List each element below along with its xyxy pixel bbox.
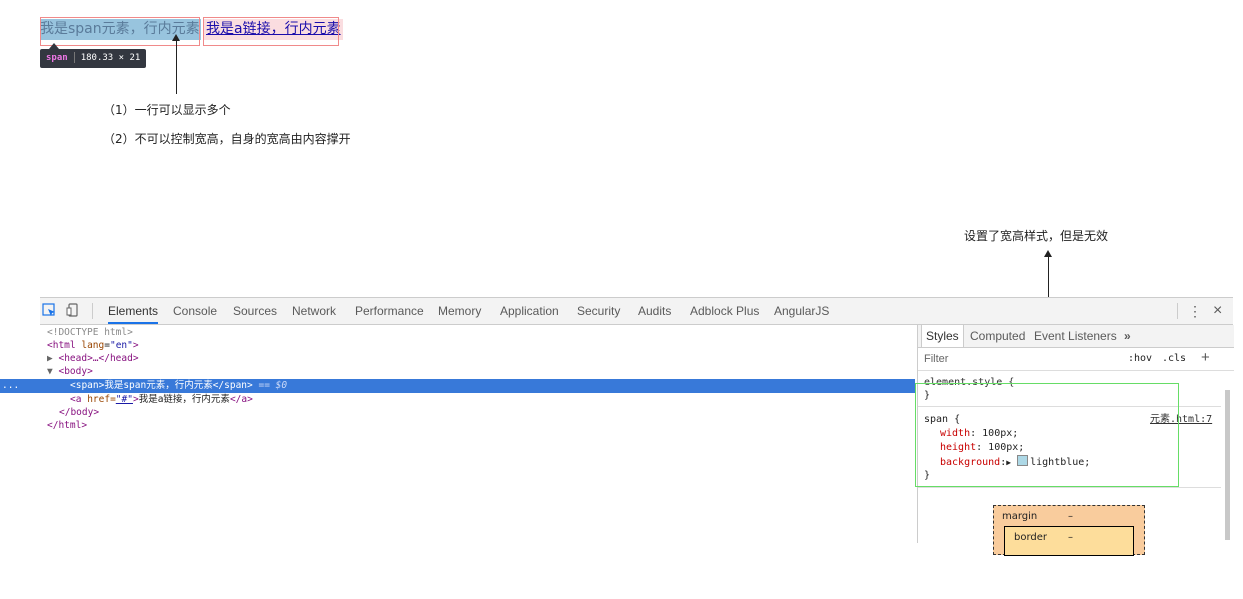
- pointer-line-span: [176, 40, 177, 94]
- tab-elements[interactable]: Elements: [108, 298, 159, 324]
- tab-console[interactable]: Console: [173, 298, 217, 324]
- dom-body-open[interactable]: ▼ <body>: [47, 365, 93, 378]
- margin-value[interactable]: –: [1068, 511, 1073, 522]
- styles-filter-bar: Filter :hov .cls +: [918, 348, 1234, 371]
- link-highlight-outline: [203, 17, 339, 46]
- border-label: border: [1014, 532, 1048, 543]
- dom-head[interactable]: ▶ <head>…</head>: [47, 352, 139, 365]
- styles-subtabs: Styles Computed Event Listeners »: [918, 325, 1234, 348]
- hov-toggle[interactable]: :hov: [1128, 353, 1152, 364]
- dom-doctype[interactable]: <!DOCTYPE html>: [47, 326, 133, 339]
- tab-memory[interactable]: Memory: [438, 298, 481, 324]
- tab-sources[interactable]: Sources: [233, 298, 277, 324]
- pointer-arrow-span: [172, 34, 180, 41]
- device-toolbar-icon[interactable]: [66, 303, 80, 317]
- styles-scrollbar[interactable]: [1225, 390, 1230, 540]
- tab-application[interactable]: Application: [500, 298, 559, 324]
- tab-adblock-plus[interactable]: Adblock Plus: [690, 298, 759, 324]
- dom-html-open[interactable]: <html lang="en">: [47, 339, 139, 352]
- css-rules-highlight-box: [915, 383, 1179, 487]
- margin-label: margin: [1002, 511, 1038, 522]
- subtab-computed[interactable]: Computed: [970, 325, 1025, 347]
- tooltip-tag: span: [46, 53, 68, 63]
- subtab-event-listeners[interactable]: Event Listeners: [1034, 325, 1117, 347]
- border-value[interactable]: –: [1068, 532, 1073, 543]
- devtools-toolbar: Elements Console Sources Network Perform…: [40, 298, 1233, 325]
- dom-selected-span-row[interactable]: ... <span>我是span元素，行内元素</span> == $0: [0, 379, 915, 393]
- tab-network[interactable]: Network: [292, 298, 336, 324]
- note-1: （1）一行可以显示多个: [103, 103, 231, 117]
- annotation-label: 设置了宽高样式，但是无效: [964, 229, 1109, 243]
- tooltip-size: 180.33 × 21: [80, 53, 141, 63]
- more-tabs-icon[interactable]: »: [1124, 325, 1131, 347]
- box-model-border: border –: [1004, 526, 1134, 556]
- devtools-menu-icon[interactable]: ⋮: [1188, 298, 1202, 324]
- dom-a-element[interactable]: <a href="#">我是a链接，行内元素</a>: [70, 393, 253, 406]
- dom-html-close[interactable]: </html>: [47, 419, 87, 432]
- dom-tree: <!DOCTYPE html> <html lang="en"> ▶ <head…: [0, 325, 915, 543]
- tab-security[interactable]: Security: [577, 298, 620, 324]
- tab-audits[interactable]: Audits: [638, 298, 671, 324]
- close-devtools-icon[interactable]: ×: [1213, 298, 1222, 324]
- dom-body-close[interactable]: </body>: [59, 406, 99, 419]
- cls-toggle[interactable]: .cls: [1162, 353, 1186, 364]
- subtab-styles[interactable]: Styles: [921, 325, 964, 347]
- note-2: （2）不可以控制宽高，自身的宽高由内容撑开: [103, 132, 351, 146]
- tab-performance[interactable]: Performance: [355, 298, 424, 324]
- inspect-element-icon[interactable]: [42, 303, 56, 317]
- element-tooltip: span 180.33 × 21: [40, 49, 147, 68]
- new-style-rule-icon[interactable]: +: [1201, 349, 1210, 366]
- styles-filter-input[interactable]: Filter: [924, 353, 948, 365]
- tab-angularjs[interactable]: AngularJS: [774, 298, 829, 324]
